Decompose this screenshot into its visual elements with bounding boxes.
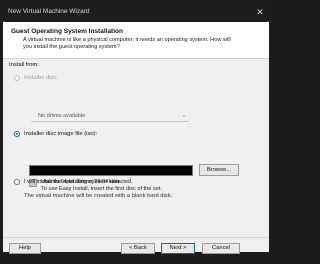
- next-button[interactable]: Next >: [161, 243, 195, 254]
- install-later-label: I will install the operating system late…: [24, 179, 122, 185]
- install-later-desc: The virtual machine will be created with…: [24, 193, 173, 199]
- cancel-button[interactable]: Cancel: [202, 243, 240, 254]
- installer-disc-radio[interactable]: [14, 75, 20, 81]
- close-icon[interactable]: ✕: [254, 6, 266, 18]
- install-later-radio[interactable]: [14, 179, 20, 185]
- help-button[interactable]: Help: [9, 243, 41, 254]
- page-title: Guest Operating System Installation: [11, 28, 123, 35]
- page-subtitle: A virtual machine is like a physical com…: [23, 37, 231, 50]
- drive-select-value: No drives available: [38, 113, 86, 119]
- iso-radio[interactable]: [14, 131, 20, 137]
- iso-label: Installer disc image file (iso):: [24, 131, 98, 137]
- install-from-label: Install from:: [9, 62, 39, 68]
- window-title: New Virtual Machine Wizard: [8, 8, 90, 15]
- browse-button[interactable]: Browse...: [199, 164, 239, 176]
- iso-path-input[interactable]: [29, 165, 193, 176]
- detected-line-2: To use Easy Install, insert the first di…: [41, 186, 162, 192]
- footer-divider: [3, 237, 269, 238]
- drive-select[interactable]: No drives available ⌄: [31, 110, 189, 122]
- window-titlebar: New Virtual Machine Wizard ✕: [0, 0, 273, 22]
- installer-disc-label: Installer disc:: [24, 75, 58, 81]
- back-button[interactable]: < Back: [121, 243, 155, 254]
- wizard-header: Guest Operating System Installation A vi…: [3, 22, 269, 59]
- wizard-dialog: Guest Operating System Installation A vi…: [3, 22, 269, 254]
- chevron-down-icon: ⌄: [181, 112, 187, 119]
